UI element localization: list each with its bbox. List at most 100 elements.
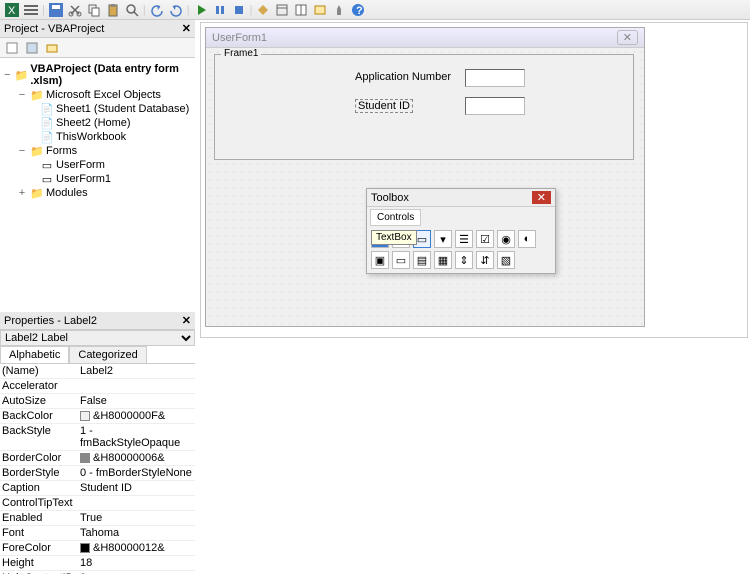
tree-sheet1[interactable]: 📄Sheet1 (Student Database) xyxy=(2,102,193,116)
tree-userform1[interactable]: ▭UserForm1 xyxy=(2,172,193,186)
tool-scrollbar[interactable]: ⇕ xyxy=(455,251,473,269)
copy-icon[interactable] xyxy=(86,2,102,18)
tool-image[interactable]: ▧ xyxy=(497,251,515,269)
menu-icon[interactable] xyxy=(23,2,39,18)
property-name: ControlTipText xyxy=(0,496,78,510)
cut-icon[interactable] xyxy=(67,2,83,18)
property-row[interactable]: ForeColor&H80000012& xyxy=(0,541,195,556)
property-row[interactable]: Accelerator xyxy=(0,379,195,394)
property-value[interactable]: &H8000000F& xyxy=(78,409,195,423)
property-row[interactable]: AutoSizeFalse xyxy=(0,394,195,409)
property-row[interactable]: FontTahoma xyxy=(0,526,195,541)
userform-close-icon[interactable]: ✕ xyxy=(617,30,638,45)
properties-object-selector[interactable]: Label2 Label xyxy=(0,330,195,346)
userform-titlebar: UserForm1 ✕ xyxy=(206,28,644,48)
project-panel-close-icon[interactable]: ✕ xyxy=(182,22,191,35)
textbox-application-number[interactable] xyxy=(465,69,525,87)
tree-thisworkbook[interactable]: 📄ThisWorkbook xyxy=(2,130,193,144)
tree-excel-objects[interactable]: −📁Microsoft Excel Objects xyxy=(2,88,193,102)
tool-togglebutton[interactable]: ◐ xyxy=(518,230,536,248)
properties-panel: Properties - Label2 ✕ Label2 Label Alpha… xyxy=(0,312,195,574)
property-value[interactable]: &H80000006& xyxy=(78,451,195,465)
tool-combobox[interactable]: ▾ xyxy=(434,230,452,248)
property-name: AutoSize xyxy=(0,394,78,408)
textbox-student-id[interactable] xyxy=(465,97,525,115)
property-row[interactable]: BackColor&H8000000F& xyxy=(0,409,195,424)
property-value[interactable] xyxy=(78,379,195,393)
tool-spinbutton[interactable]: ⇵ xyxy=(476,251,494,269)
view-object-icon[interactable] xyxy=(24,40,40,56)
property-value[interactable]: 0 - fmBorderStyleNone xyxy=(78,466,195,480)
property-value[interactable]: False xyxy=(78,394,195,408)
tool-commandbutton[interactable]: ▭ xyxy=(392,251,410,269)
tab-alphabetic[interactable]: Alphabetic xyxy=(0,346,69,363)
properties-close-icon[interactable]: ✕ xyxy=(182,314,191,327)
property-value[interactable]: True xyxy=(78,511,195,525)
property-row[interactable]: (Name)Label2 xyxy=(0,364,195,379)
property-row[interactable]: BorderStyle0 - fmBorderStyleNone xyxy=(0,466,195,481)
frame1-caption: Frame1 xyxy=(221,48,261,59)
property-row[interactable]: EnabledTrue xyxy=(0,511,195,526)
undo-icon[interactable] xyxy=(149,2,165,18)
save-icon[interactable] xyxy=(48,2,64,18)
folder-icon[interactable] xyxy=(44,40,60,56)
pause-icon[interactable] xyxy=(212,2,228,18)
toolbox-icon[interactable] xyxy=(331,2,347,18)
tool-tabstrip[interactable]: ▤ xyxy=(413,251,431,269)
view-code-icon[interactable] xyxy=(4,40,20,56)
property-row[interactable]: ControlTipText xyxy=(0,496,195,511)
toolbox-close-icon[interactable]: ✕ xyxy=(532,191,551,204)
toolbox-tooltip: TextBox xyxy=(371,230,417,245)
property-value[interactable]: 1 - fmBackStyleOpaque xyxy=(78,424,195,450)
properties-icon[interactable] xyxy=(293,2,309,18)
tree-modules[interactable]: +📁Modules xyxy=(2,186,193,200)
toolbox-tab-controls[interactable]: Controls xyxy=(370,209,421,226)
properties-title-label: Properties - Label2 xyxy=(4,315,97,327)
property-name: BorderColor xyxy=(0,451,78,465)
property-value[interactable]: 18 xyxy=(78,556,195,570)
tool-optionbutton[interactable]: ◉ xyxy=(497,230,515,248)
color-swatch xyxy=(80,411,90,421)
tree-forms[interactable]: −📁Forms xyxy=(2,144,193,158)
toolbox-titlebar: Toolbox ✕ xyxy=(367,189,555,207)
properties-grid: (Name)Label2AcceleratorAutoSizeFalseBack… xyxy=(0,364,195,574)
tree-userform[interactable]: ▭UserForm xyxy=(2,158,193,172)
userform-window[interactable]: UserForm1 ✕ Frame1 Application Number St… xyxy=(205,27,645,327)
paste-icon[interactable] xyxy=(105,2,121,18)
tree-sheet2[interactable]: 📄Sheet2 (Home) xyxy=(2,116,193,130)
run-icon[interactable] xyxy=(193,2,209,18)
tool-listbox[interactable]: ☰ xyxy=(455,230,473,248)
property-row[interactable]: BorderColor&H80000006& xyxy=(0,451,195,466)
project-explorer-icon[interactable] xyxy=(274,2,290,18)
tool-multipage[interactable]: ▦ xyxy=(434,251,452,269)
find-icon[interactable] xyxy=(124,2,140,18)
label-application-number[interactable]: Application Number xyxy=(355,71,451,83)
redo-icon[interactable] xyxy=(168,2,184,18)
property-row[interactable]: CaptionStudent ID xyxy=(0,481,195,496)
label-student-id[interactable]: Student ID xyxy=(355,99,413,113)
property-name: Height xyxy=(0,556,78,570)
excel-icon[interactable]: X xyxy=(4,2,20,18)
tree-root[interactable]: −📁VBAProject (Data entry form .xlsm) xyxy=(2,62,193,88)
property-row[interactable]: Height18 xyxy=(0,556,195,571)
property-value[interactable]: &H80000012& xyxy=(78,541,195,555)
property-value[interactable]: Label2 xyxy=(78,364,195,378)
tool-checkbox[interactable]: ☑ xyxy=(476,230,494,248)
design-mode-icon[interactable] xyxy=(255,2,271,18)
property-name: BackStyle xyxy=(0,424,78,450)
property-name: (Name) xyxy=(0,364,78,378)
toolbox-title-label: Toolbox xyxy=(371,192,409,204)
project-panel-label: Project - VBAProject xyxy=(4,23,104,35)
property-value[interactable]: Student ID xyxy=(78,481,195,495)
help-icon[interactable]: ? xyxy=(350,2,366,18)
tab-categorized[interactable]: Categorized xyxy=(69,346,146,363)
property-value[interactable] xyxy=(78,496,195,510)
property-row[interactable]: BackStyle1 - fmBackStyleOpaque xyxy=(0,424,195,451)
object-browser-icon[interactable] xyxy=(312,2,328,18)
toolbox-window[interactable]: Toolbox ✕ Controls ↖ A ▭ ▾ ☰ ☑ ◉ ◐ ▣ ▭ T… xyxy=(366,188,556,274)
userform-body[interactable]: Frame1 Application Number Student ID Too… xyxy=(206,48,644,326)
frame1[interactable]: Frame1 Application Number Student ID xyxy=(214,54,634,160)
property-value[interactable]: Tahoma xyxy=(78,526,195,540)
stop-icon[interactable] xyxy=(231,2,247,18)
tool-frame[interactable]: ▣ xyxy=(371,251,389,269)
